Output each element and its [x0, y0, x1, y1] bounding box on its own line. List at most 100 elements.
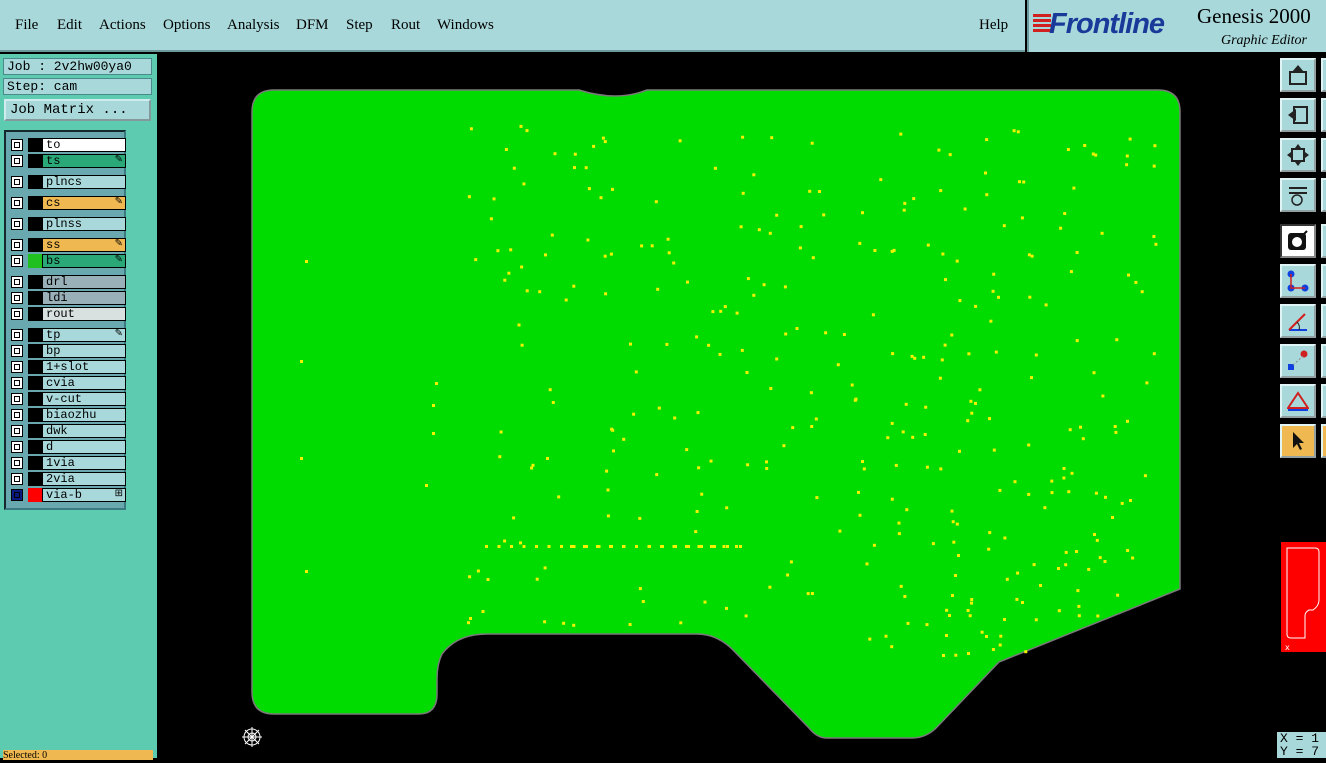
layer-color-swatch[interactable] — [28, 344, 42, 358]
layer-name[interactable]: 1via — [42, 456, 126, 470]
layer-checkbox[interactable] — [11, 441, 23, 453]
menu-step[interactable]: Step — [346, 17, 373, 34]
toolbar-edge-button[interactable] — [1321, 304, 1326, 338]
zoom-back-icon[interactable] — [1280, 98, 1316, 132]
layer-row[interactable]: cs ✎ — [8, 196, 126, 210]
layer-color-swatch[interactable] — [28, 254, 42, 268]
layer-row[interactable]: ss ✎ — [8, 238, 126, 252]
menu-rout[interactable]: Rout — [391, 17, 420, 34]
layer-row[interactable]: rout — [8, 307, 126, 321]
board-view[interactable] — [157, 54, 1277, 758]
features-icon[interactable] — [1280, 344, 1316, 378]
layer-row[interactable]: tp ✎ — [8, 328, 126, 342]
layer-checkbox[interactable] — [11, 239, 23, 251]
layer-row[interactable]: ts ✎ — [8, 154, 126, 168]
layer-color-swatch[interactable] — [28, 360, 42, 374]
layer-checkbox[interactable] — [11, 276, 23, 288]
menu-windows[interactable]: Windows — [437, 17, 494, 34]
layer-checkbox[interactable] — [11, 255, 23, 267]
layer-color-swatch[interactable] — [28, 408, 42, 422]
layer-name[interactable]: bp — [42, 344, 126, 358]
layer-color-swatch[interactable] — [28, 392, 42, 406]
toolbar-edge-button[interactable] — [1321, 138, 1326, 172]
menu-file[interactable]: File — [15, 17, 38, 34]
zoom-home-icon[interactable] — [1280, 58, 1316, 92]
layer-checkbox[interactable] — [11, 329, 23, 341]
menu-options[interactable]: Options — [163, 17, 211, 34]
layer-row[interactable]: bs ✎ — [8, 254, 126, 268]
layer-name[interactable]: 2via — [42, 472, 126, 486]
layer-row[interactable]: cvia — [8, 376, 126, 390]
layer-row[interactable]: d — [8, 440, 126, 454]
settings-palette-icon[interactable] — [1280, 178, 1316, 212]
menu-dfm[interactable]: DFM — [296, 17, 329, 34]
layer-checkbox[interactable] — [11, 473, 23, 485]
layer-row[interactable]: plnss — [8, 217, 126, 231]
layer-checkbox[interactable] — [11, 308, 23, 320]
connect-icon[interactable] — [1280, 264, 1316, 298]
menu-help[interactable]: Help — [979, 17, 1008, 34]
layer-row[interactable]: 2via — [8, 472, 126, 486]
snap-icon[interactable] — [1280, 224, 1316, 258]
pointer-icon[interactable] — [1280, 424, 1316, 458]
layer-name[interactable]: ts ✎ — [42, 154, 126, 168]
layer-name[interactable]: 1+slot — [42, 360, 126, 374]
layer-row[interactable]: 1+slot — [8, 360, 126, 374]
toolbar-edge-button[interactable] — [1321, 224, 1326, 258]
fit-screen-icon[interactable] — [1280, 138, 1316, 172]
layer-row[interactable]: bp — [8, 344, 126, 358]
toolbar-edge-button[interactable] — [1321, 98, 1326, 132]
layer-row[interactable]: biaozhu — [8, 408, 126, 422]
layer-color-swatch[interactable] — [28, 275, 42, 289]
layer-name[interactable]: cs ✎ — [42, 196, 126, 210]
layer-color-swatch[interactable] — [28, 456, 42, 470]
layer-name[interactable]: to — [42, 138, 126, 152]
layer-name[interactable]: d — [42, 440, 126, 454]
layer-row[interactable]: drl — [8, 275, 126, 289]
toolbar-edge-button[interactable] — [1321, 344, 1326, 378]
layer-checkbox[interactable] — [11, 218, 23, 230]
layer-name[interactable]: biaozhu — [42, 408, 126, 422]
layer-name[interactable]: rout — [42, 307, 126, 321]
layer-name[interactable]: plnss — [42, 217, 126, 231]
layer-color-swatch[interactable] — [28, 138, 42, 152]
layer-name[interactable]: bs ✎ — [42, 254, 126, 268]
layer-name[interactable]: v-cut — [42, 392, 126, 406]
layer-name[interactable]: plncs — [42, 175, 126, 189]
layer-checkbox[interactable] — [11, 176, 23, 188]
layer-name[interactable]: dwk — [42, 424, 126, 438]
layer-checkbox[interactable] — [11, 292, 23, 304]
layer-checkbox[interactable] — [11, 197, 23, 209]
layer-checkbox[interactable] — [11, 409, 23, 421]
toolbar-edge-button[interactable] — [1321, 58, 1326, 92]
layer-row[interactable]: 1via — [8, 456, 126, 470]
layer-row[interactable]: plncs — [8, 175, 126, 189]
toolbar-edge-button[interactable] — [1321, 178, 1326, 212]
menu-analysis[interactable]: Analysis — [227, 17, 280, 34]
layer-row[interactable]: dwk — [8, 424, 126, 438]
layer-color-swatch[interactable] — [28, 488, 42, 502]
layer-checkbox[interactable] — [11, 377, 23, 389]
layer-name[interactable]: ldi — [42, 291, 126, 305]
layer-name[interactable]: via-b ⊞ — [42, 488, 126, 502]
layer-name[interactable]: drl — [42, 275, 126, 289]
toolbar-edge-button[interactable] — [1321, 424, 1326, 458]
layer-color-swatch[interactable] — [28, 440, 42, 454]
layer-checkbox[interactable] — [11, 139, 23, 151]
layer-row[interactable]: ldi — [8, 291, 126, 305]
layer-checkbox[interactable] — [11, 425, 23, 437]
layer-checkbox[interactable] — [11, 393, 23, 405]
layer-row[interactable]: v-cut — [8, 392, 126, 406]
layer-name[interactable]: ss ✎ — [42, 238, 126, 252]
menu-edit[interactable]: Edit — [57, 17, 82, 34]
layer-checkbox[interactable] — [11, 155, 23, 167]
board-preview[interactable]: x — [1279, 540, 1326, 654]
triangle-icon[interactable] — [1280, 384, 1316, 418]
layer-checkbox[interactable] — [11, 361, 23, 373]
graphic-canvas[interactable] — [157, 54, 1277, 758]
layer-color-swatch[interactable] — [28, 307, 42, 321]
layer-row[interactable]: via-b ⊞ — [8, 488, 126, 502]
layer-name[interactable]: cvia — [42, 376, 126, 390]
layer-color-swatch[interactable] — [28, 472, 42, 486]
layer-color-swatch[interactable] — [28, 196, 42, 210]
